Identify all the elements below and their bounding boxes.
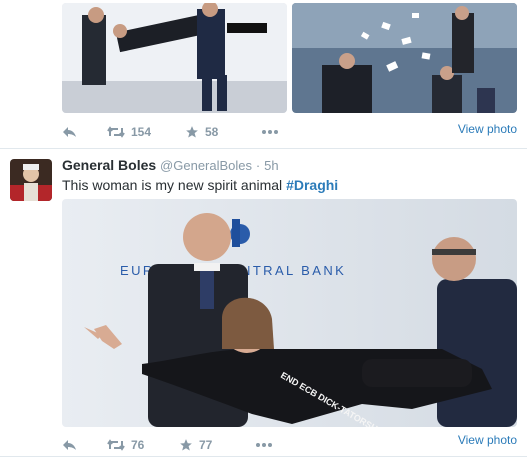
time-separator: · xyxy=(255,158,261,173)
retweet-button[interactable]: 154 xyxy=(107,125,185,139)
tweet-divider xyxy=(0,148,527,149)
favorite-count: 58 xyxy=(205,125,219,139)
tweet-timestamp[interactable]: 5h xyxy=(264,158,278,173)
previous-tweet-actions: 154 58 xyxy=(62,124,279,140)
retweet-button[interactable]: 76 xyxy=(107,438,179,452)
more-button[interactable] xyxy=(255,442,273,448)
favorite-count: 77 xyxy=(199,438,213,452)
reply-icon xyxy=(63,440,76,450)
retweet-icon xyxy=(107,126,125,138)
retweet-count: 154 xyxy=(131,125,152,139)
previous-tweet-photo-2[interactable] xyxy=(292,3,517,113)
reply-button[interactable] xyxy=(62,439,107,451)
tweet-text: This woman is my new spirit animal #Drag… xyxy=(62,177,338,193)
tweet-photo[interactable]: EUROPEAN CENTRAL BANK END ECB DICK-TATOR… xyxy=(62,199,517,427)
previous-tweet-photo-1[interactable] xyxy=(62,3,287,113)
hashtag-link[interactable]: #Draghi xyxy=(286,177,338,193)
retweet-icon xyxy=(107,439,125,451)
more-icon xyxy=(262,130,278,134)
tweet-divider-bottom xyxy=(0,456,527,457)
retweet-count: 76 xyxy=(131,438,145,452)
tweet-header: General Boles @GeneralBoles · 5h xyxy=(62,157,279,173)
more-icon xyxy=(256,443,272,447)
avatar[interactable] xyxy=(10,159,52,201)
star-icon xyxy=(180,439,192,451)
tweet-text-body: This woman is my new spirit animal xyxy=(62,177,283,193)
tweet-actions: 76 77 xyxy=(62,437,273,453)
author-handle[interactable]: @GeneralBoles xyxy=(160,158,252,173)
favorite-button[interactable]: 58 xyxy=(185,125,261,139)
favorite-button[interactable]: 77 xyxy=(179,438,255,452)
more-button[interactable] xyxy=(261,129,279,135)
star-icon xyxy=(186,126,198,138)
author-name[interactable]: General Boles xyxy=(62,157,156,173)
view-photo-link[interactable]: View photo xyxy=(458,122,517,136)
reply-icon xyxy=(63,127,76,137)
view-photo-link[interactable]: View photo xyxy=(458,433,517,447)
reply-button[interactable] xyxy=(62,126,107,138)
